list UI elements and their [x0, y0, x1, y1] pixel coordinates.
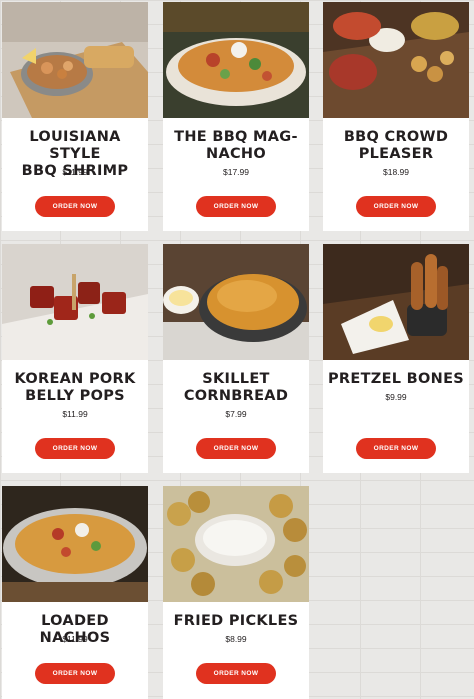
order-now-button[interactable]: ORDER NOW	[35, 663, 115, 684]
platter-board-photo[interactable]	[323, 2, 469, 118]
item-price: $7.99	[225, 409, 247, 419]
cornbread-skillet-photo[interactable]	[163, 244, 309, 360]
menu-card-korean-pork-belly-pops: KOREAN PORK BELLY POPS $11.99 ORDER NOW	[2, 244, 148, 473]
item-price: $11.99	[62, 167, 88, 177]
pork-belly-photo[interactable]	[2, 244, 148, 360]
menu-card-loaded-nachos: LOADED NACHOS $11.99 ORDER NOW	[2, 486, 148, 699]
fried-pickles-photo[interactable]	[163, 486, 309, 602]
item-title: FRIED PICKLES	[173, 613, 299, 629]
menu-card-louisiana-bbq-shrimp: LOUISIANA STYLE BBQ SHRIMP $11.99 ORDER …	[2, 2, 148, 231]
order-now-button[interactable]: ORDER NOW	[35, 196, 115, 217]
order-now-button[interactable]: ORDER NOW	[356, 196, 436, 217]
item-price: $8.99	[225, 634, 247, 644]
order-now-button[interactable]: ORDER NOW	[196, 438, 276, 459]
menu-card-bbq-crowd-pleaser: BBQ CROWD PLEASER $18.99 ORDER NOW	[323, 2, 469, 231]
shrimp-skillet-photo[interactable]	[2, 2, 148, 118]
item-price: $11.99	[62, 634, 88, 644]
item-title: THE BBQ MAG- NACHO	[174, 129, 298, 162]
menu-card-skillet-cornbread: SKILLET CORNBREAD $7.99 ORDER NOW	[163, 244, 309, 473]
order-now-button[interactable]: ORDER NOW	[356, 438, 436, 459]
item-title: BBQ CROWD PLEASER	[343, 129, 449, 162]
item-title: SKILLET CORNBREAD	[183, 371, 289, 404]
item-price: $9.99	[385, 392, 407, 402]
item-price: $18.99	[383, 167, 409, 177]
pretzel-photo[interactable]	[323, 244, 469, 360]
menu-card-pretzel-bones: PRETZEL BONES $9.99 ORDER NOW	[323, 244, 469, 473]
loaded-nachos-photo[interactable]	[2, 486, 148, 602]
menu-card-fried-pickles: FRIED PICKLES $8.99 ORDER NOW	[163, 486, 309, 699]
item-price: $17.99	[223, 167, 249, 177]
order-now-button[interactable]: ORDER NOW	[35, 438, 115, 459]
order-now-button[interactable]: ORDER NOW	[196, 663, 276, 684]
menu-card-bbq-mag-nacho: THE BBQ MAG- NACHO $17.99 ORDER NOW	[163, 2, 309, 231]
item-price: $11.99	[62, 409, 88, 419]
item-title: PRETZEL BONES	[327, 371, 465, 387]
item-title: KOREAN PORK BELLY POPS	[14, 371, 136, 404]
order-now-button[interactable]: ORDER NOW	[196, 196, 276, 217]
nachos-platter-photo[interactable]	[163, 2, 309, 118]
